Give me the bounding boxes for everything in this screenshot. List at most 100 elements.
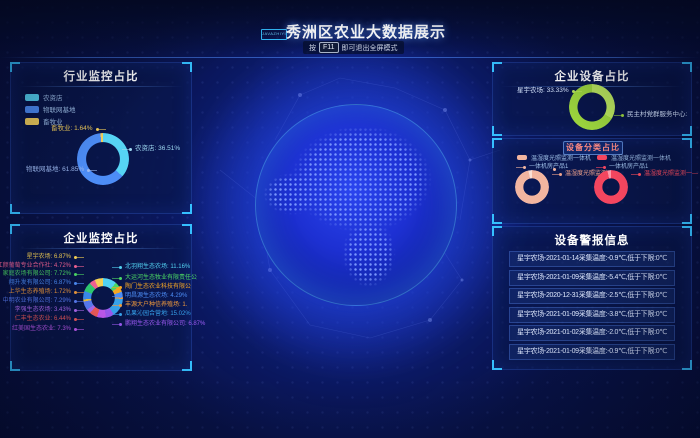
corner-bracket-icon: [682, 126, 692, 136]
enterprise-ratio-panel: 企业监控占比 星宇农场: 6.87% 红颜葡萄专业合作社: 4.72% 家庭农场…: [10, 224, 192, 371]
title-underline: [19, 86, 183, 87]
world-map-dots-icon: [263, 112, 449, 298]
device-alarm-panel: 设备警报信息 星宇农场-2021-01-14采集温度:-0.9℃,低于下限:0℃…: [492, 226, 692, 370]
chart-label: 上华生态养殖场: 1.72%: [9, 288, 77, 296]
chart-label: 鹏翔生态农业有限公司: 6.87%: [119, 320, 205, 328]
series-dot-icon: [572, 90, 575, 93]
f11-key: F11: [319, 42, 339, 53]
series-dot-icon: [96, 128, 99, 131]
alarm-row: 星宇农场-2020-12-31采集温度:-2.5℃,低于下限:0℃: [509, 288, 675, 304]
chart-label: 家庭农场有限公司: 7.72%: [3, 270, 77, 278]
series-dot-icon: [129, 148, 132, 151]
page-title: 秀洲区农业大数据展示: [16, 21, 700, 42]
alarm-row: 星宇农场-2021-01-09采集温度:-3.8℃,低于下限:0℃: [509, 307, 675, 323]
enterprise-donut-chart: [83, 278, 123, 318]
series-dot-icon: [119, 286, 122, 289]
series-dot-icon: [119, 304, 122, 307]
dashboard: JAVAZHIYI 秀洲区农业大数据展示 按 F11 即可退出全屏模式 行业监控…: [0, 0, 700, 438]
chart-label: 民主村党群服务中心:: [621, 111, 687, 119]
alarm-row: 星宇农场-2021-01-14采集温度:-0.9℃,低于下限:0℃: [509, 251, 675, 267]
corner-bracket-icon: [682, 360, 692, 370]
series-dot-icon: [74, 291, 77, 294]
class-right-donut-chart: [594, 170, 628, 204]
legend-item: 农资店: [25, 92, 63, 102]
corner-bracket-icon: [682, 214, 692, 224]
series-dot-icon: [119, 266, 122, 269]
chart-label: 物联网基地: 61.85%: [26, 166, 90, 174]
legend-swatch: [25, 118, 39, 125]
legend-item: 温湿度光照监测一体机: [597, 153, 671, 162]
chart-label: 温湿度光照监测一—: [638, 170, 698, 178]
panel-title: 设备警报信息: [493, 232, 691, 248]
series-dot-icon: [74, 265, 77, 268]
corner-bracket-icon: [182, 361, 192, 371]
alarm-row: 星宇农场-2021-01-09采集温度:-0.9℃,低于下限:0℃: [509, 344, 675, 360]
chart-label: 仁丰生态农业: 6.44%: [15, 315, 77, 323]
series-dot-icon: [119, 313, 122, 316]
legend-swatch: [25, 106, 39, 113]
chart-label: 瓜果沁园合营地: 15.02%: [119, 310, 191, 318]
legend-swatch: [597, 155, 607, 160]
legend-label: 物联网基地: [43, 104, 76, 114]
series-dot-icon: [74, 300, 77, 303]
chart-label: 陶门生态农业科技有限公: [119, 283, 191, 291]
header-divider: [0, 57, 700, 58]
corner-bracket-icon: [10, 361, 20, 371]
series-dot-icon: [119, 323, 122, 326]
corner-bracket-icon: [682, 138, 692, 148]
panel-title: 企业监控占比: [11, 230, 191, 246]
hint-prefix: 按: [309, 43, 316, 53]
corner-bracket-icon: [182, 204, 192, 214]
series-dot-icon: [603, 166, 606, 169]
globe: [255, 104, 457, 306]
series-dot-icon: [74, 328, 77, 331]
chart-label: 畜牧业: 1.64%: [51, 125, 99, 133]
legend-swatch: [25, 94, 39, 101]
legend-swatch: [517, 155, 527, 160]
series-dot-icon: [74, 282, 77, 285]
chart-label: 大运河生态牧业有限责任公: [119, 274, 197, 282]
chart-label: 中明农业有限公司: 7.29%: [3, 297, 77, 305]
legend-item: 物联网基地: [25, 104, 76, 114]
industry-ratio-panel: 行业监控占比 农资店 物联网基地 畜牧业 畜牧业: 1.64% 农资店: 36.…: [10, 62, 192, 214]
chart-label: 星宇农场: 6.87%: [27, 253, 77, 261]
class-left-donut-chart: [515, 170, 549, 204]
series-dot-icon: [621, 114, 624, 117]
panel-title: 企业设备占比: [493, 68, 691, 84]
series-dot-icon: [119, 295, 122, 298]
legend-label: 温湿度光照监测一体机: [611, 153, 671, 162]
fullscreen-hint: 按 F11 即可退出全屏模式: [303, 41, 404, 54]
chart-label: 星宇农场: 33.33%: [517, 87, 575, 95]
chart-label: 北羽翔生态农场: 11.16%: [119, 263, 190, 271]
chart-label: 农资店: 36.51%: [129, 145, 180, 153]
device-class-panel: 设备分类占比 温湿度光照监测一体机 一体机房产品1 温湿度光照监测一— 温湿度光…: [492, 138, 692, 224]
series-dot-icon: [638, 173, 641, 176]
alarm-row: 星宇农场-2021-01-02采集温度:-2.0℃,低于下限:0℃: [509, 325, 675, 341]
chart-label: 红颜葡萄专业合作社: 4.72%: [0, 262, 77, 270]
corner-bracket-icon: [492, 214, 502, 224]
series-dot-icon: [74, 309, 77, 312]
industry-donut-chart: [77, 133, 129, 185]
series-dot-icon: [87, 169, 90, 172]
device-ratio-panel: 企业设备占比 星宇农场: 33.33% 民主村党群服务中心:: [492, 62, 692, 136]
series-dot-icon: [523, 166, 526, 169]
alarm-row: 星宇农场-2021-01-09采集温度:-5.4℃,低于下限:0℃: [509, 270, 675, 286]
chart-label: 丰源大户种信养殖场: 1.: [119, 301, 187, 309]
legend-item: 温湿度光照监测一体机: [517, 153, 591, 162]
chart-label: 红美国生态农业: 7.3%: [12, 325, 77, 333]
chart-label: 翔升发有限公司: 6.87%: [9, 279, 77, 287]
legend-label: 温湿度光照监测一体机: [531, 153, 591, 162]
chart-label: 李强生态农场: 3.43%: [15, 306, 77, 314]
panel-title: 行业监控占比: [11, 68, 191, 84]
series-dot-icon: [553, 168, 556, 171]
series-dot-icon: [74, 273, 77, 276]
corner-bracket-icon: [492, 138, 502, 148]
hint-suffix: 即可退出全屏模式: [342, 43, 398, 53]
chart-label: 明昌源生态农场: 4.29%: [119, 292, 187, 300]
corner-bracket-icon: [492, 126, 502, 136]
series-dot-icon: [74, 318, 77, 321]
title-underline: [19, 248, 183, 249]
legend-label: 农资店: [43, 92, 63, 102]
corner-bracket-icon: [492, 360, 502, 370]
series-dot-icon: [74, 256, 77, 259]
